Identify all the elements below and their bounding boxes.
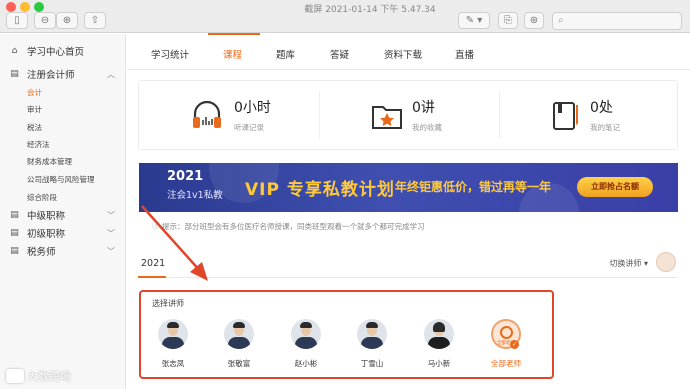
annotation-arrow: [141, 205, 208, 281]
watermark: 大数跨境: [6, 368, 71, 384]
watermark-logo-icon: [6, 369, 24, 383]
watermark-text: 大数跨境: [27, 370, 71, 383]
